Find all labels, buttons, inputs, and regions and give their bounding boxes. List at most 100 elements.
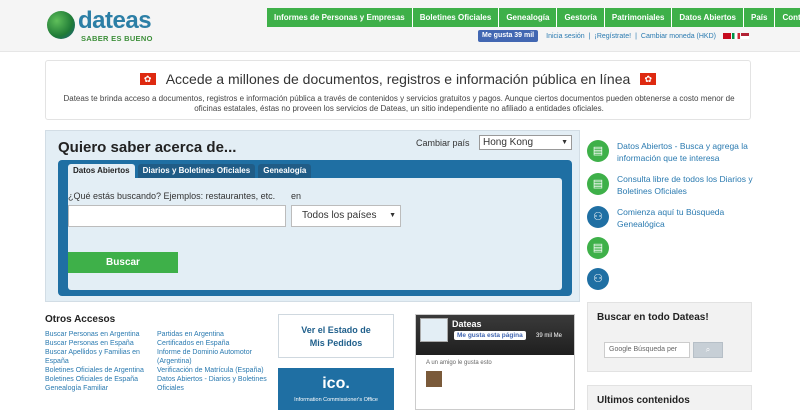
otros-link[interactable]: España: [45, 357, 144, 366]
ico-badge[interactable]: ico. Information Commissioner's Office: [278, 368, 394, 410]
search-tabs: Datos Abiertos Diarios y Boletines Ofici…: [68, 164, 314, 178]
feature-book-icon-row[interactable]: ▤: [587, 237, 757, 261]
query-label: ¿Qué estás buscando? Ejemplos: restauran…: [68, 191, 276, 201]
nav-contacto[interactable]: Contacto: [775, 8, 800, 27]
otros-link[interactable]: Certificados en España: [157, 339, 267, 348]
account-bar: Me gusta 39 mil Inicia sesión | ¡Regístr…: [478, 30, 749, 42]
nav-gestoria[interactable]: Gestoría: [557, 8, 605, 27]
otros-link[interactable]: Genealogía Familiar: [45, 384, 144, 393]
feature-genealogia[interactable]: ⚇ Comienza aquí tu Búsqueda Genealógica: [587, 206, 757, 230]
otros-link[interactable]: Verificación de Matrícula (España): [157, 366, 267, 375]
account-links: Inicia sesión | ¡Regístrate! | Cambiar m…: [546, 33, 720, 40]
otros-link[interactable]: Datos Abiertos - Diarios y Boletines: [157, 375, 267, 384]
sep: |: [588, 32, 591, 40]
facebook-page-widget: Dateas Me gusta esta página 39 mil Me A …: [415, 314, 575, 410]
facebook-like-button[interactable]: Me gusta 39 mil: [478, 30, 539, 42]
search-all-title: Buscar en todo Dateas!: [597, 312, 709, 323]
otros-accesos-col2: Partidas en Argentina Certificados en Es…: [157, 330, 267, 393]
feature-text[interactable]: Datos Abiertos - Busca y agrega la infor…: [617, 140, 757, 164]
tab-diarios-boletines[interactable]: Diarios y Boletines Oficiales: [137, 164, 256, 178]
facebook-cover: Dateas Me gusta esta página 39 mil Me: [416, 315, 574, 355]
nav-patrimoniales[interactable]: Patrimoniales: [604, 8, 673, 27]
scope-label: en: [291, 191, 302, 201]
chevron-down-icon: ▼: [561, 139, 568, 146]
otros-link[interactable]: Buscar Personas en Argentina: [45, 330, 144, 339]
banner-description: Dateas te brinda acceso a documentos, re…: [63, 94, 735, 113]
feature-diarios[interactable]: ▤ Consulta libre de todos los Diarios y …: [587, 173, 757, 197]
estado-line1: Ver el Estado de: [301, 325, 371, 335]
tab-datos-abiertos[interactable]: Datos Abiertos: [68, 164, 135, 178]
ico-caption: Information Commissioner's Office: [294, 397, 378, 403]
search-title: Quiero saber acerca de...: [58, 139, 237, 156]
intro-banner: ✿ Accede a millones de documentos, regis…: [45, 60, 751, 120]
feature-text[interactable]: Comienza aquí tu Búsqueda Genealógica: [617, 206, 757, 230]
facebook-like-page-button[interactable]: Me gusta esta página: [454, 331, 526, 340]
nav-boletines[interactable]: Boletines Oficiales: [412, 8, 500, 27]
otros-accesos-col1: Buscar Personas en Argentina Buscar Pers…: [45, 330, 144, 393]
google-search-input[interactable]: Google Búsqueda per: [604, 342, 690, 358]
estado-line2: Mis Pedidos: [309, 338, 363, 348]
hong-kong-flag-icon: ✿: [139, 73, 156, 85]
country-select[interactable]: Hong Kong ▼: [479, 135, 572, 150]
otros-link[interactable]: Buscar Apellidos y Familias en: [45, 348, 144, 357]
family-tree-icon: ⚇: [587, 206, 609, 228]
page-thumbnail[interactable]: [420, 318, 448, 342]
feature-tree-icon-row[interactable]: ⚇: [587, 268, 757, 292]
feature-text[interactable]: Consulta libre de todos los Diarios y Bo…: [617, 173, 757, 197]
friend-avatar[interactable]: [426, 371, 442, 387]
nav-datos-abiertos[interactable]: Datos Abiertos: [672, 8, 744, 27]
search-tabs-container: Datos Abiertos Diarios y Boletines Ofici…: [58, 160, 572, 296]
country-value: Hong Kong: [483, 137, 534, 148]
otros-link[interactable]: Informe de Dominio Automotor: [157, 348, 267, 357]
search-all-box: Buscar en todo Dateas! Google Búsqueda p…: [587, 302, 752, 372]
feature-datos-abiertos[interactable]: ▤ Datos Abiertos - Busca y agrega la inf…: [587, 140, 757, 164]
sep: |: [635, 32, 637, 40]
nav-genealogia[interactable]: Genealogía: [499, 8, 558, 27]
otros-link[interactable]: Boletines Oficiales de Argentina: [45, 366, 144, 375]
otros-link[interactable]: Oficiales: [157, 384, 267, 393]
logo-wordmark: dateas: [78, 7, 152, 34]
chevron-down-icon: ▼: [389, 212, 396, 219]
book-icon[interactable]: ▤: [587, 237, 609, 259]
logo-tagline: SABER ES BUENO: [81, 34, 153, 43]
otros-accesos-title: Otros Accesos: [45, 314, 116, 325]
currency-link[interactable]: Cambiar moneda (HKD): [641, 33, 716, 40]
nav-pais[interactable]: País: [744, 8, 776, 27]
nav-informes[interactable]: Informes de Personas y Empresas: [267, 8, 413, 27]
like-count: 39 mil Me: [536, 333, 563, 339]
page-name[interactable]: Dateas: [452, 319, 482, 329]
top-navigation: Informes de Personas y Empresas Boletine…: [267, 8, 800, 27]
headline-text: Accede a millones de documentos, registr…: [165, 71, 631, 87]
banner-headline: ✿ Accede a millones de documentos, regis…: [46, 71, 750, 87]
otros-link[interactable]: Partidas en Argentina: [157, 330, 267, 339]
globe-icon: [47, 11, 75, 39]
latest-content-box: Ultimos contenidos: [587, 385, 752, 410]
register-link[interactable]: ¡Regístrate!: [595, 33, 632, 40]
latest-content-title: Ultimos contenidos: [597, 395, 690, 406]
dateas-logo[interactable]: dateas SABER ES BUENO: [47, 7, 155, 45]
site-header: dateas SABER ES BUENO Informes de Person…: [0, 0, 800, 52]
book-icon: ▤: [587, 173, 609, 195]
search-form: ¿Qué estás buscando? Ejemplos: restauran…: [68, 178, 562, 290]
order-status-button[interactable]: Ver el Estado de Mis Pedidos: [278, 314, 394, 358]
search-input[interactable]: [68, 205, 286, 227]
language-flags: [722, 33, 749, 39]
book-icon: ▤: [587, 140, 609, 162]
search-button[interactable]: Buscar: [68, 252, 178, 273]
hong-kong-flag-icon: ✿: [640, 73, 657, 85]
usa-flag-icon[interactable]: [741, 33, 749, 39]
scope-select[interactable]: Todos los países ▼: [291, 205, 401, 227]
italy-flag-icon[interactable]: [732, 33, 740, 39]
otros-link[interactable]: Boletines Oficiales de España: [45, 375, 144, 384]
otros-link[interactable]: (Argentina): [157, 357, 267, 366]
friend-likes-text: A un amigo le gusta esto: [426, 360, 492, 366]
tab-genealogia[interactable]: Genealogía: [258, 164, 312, 178]
login-link[interactable]: Inicia sesión: [546, 33, 585, 40]
family-tree-icon[interactable]: ⚇: [587, 268, 609, 290]
scope-value: Todos los países: [302, 210, 377, 221]
search-panel: Quiero saber acerca de... Cambiar país H…: [45, 130, 580, 302]
otros-link[interactable]: Buscar Personas en España: [45, 339, 144, 348]
ico-logo: ico.: [322, 375, 350, 392]
spain-flag-icon[interactable]: [723, 33, 731, 39]
search-icon[interactable]: ⌕: [693, 342, 723, 358]
